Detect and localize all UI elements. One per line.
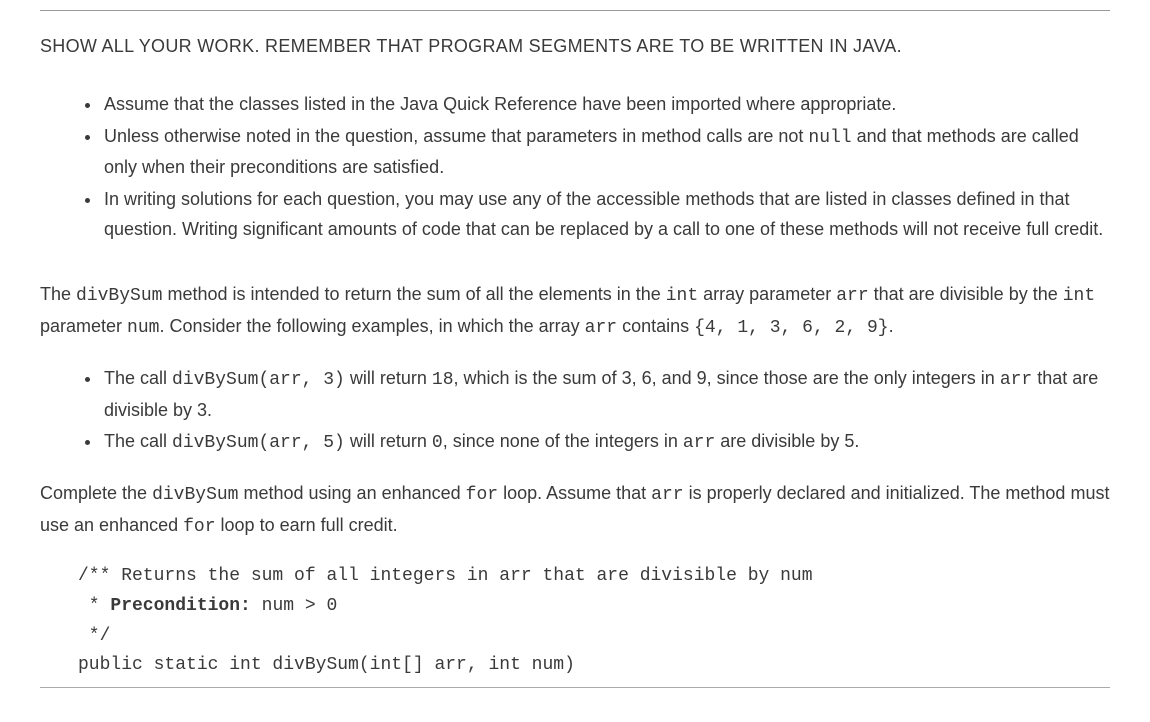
code-line: public static int divBySum(int[] arr, in… — [78, 655, 575, 675]
problem-intro: The divBySum method is intended to retur… — [40, 280, 1110, 343]
code-inline: {4, 1, 3, 6, 2, 9} — [694, 318, 888, 338]
code-inline: arr — [651, 485, 683, 505]
code-inline: for — [466, 485, 498, 505]
example-item: The call divBySum(arr, 3) will return 18… — [102, 364, 1110, 425]
code-inline: divBySum — [76, 286, 162, 306]
code-line: * Precondition: num > 0 — [78, 596, 337, 616]
code-inline: arr — [683, 433, 715, 453]
code-inline: for — [183, 517, 215, 537]
task-paragraph: Complete the divBySum method using an en… — [40, 479, 1110, 542]
code-line: */ — [78, 626, 110, 646]
code-line: /** Returns the sum of all integers in a… — [78, 566, 813, 586]
code-inline: arr — [836, 286, 868, 306]
instruction-item: In writing solutions for each question, … — [102, 185, 1110, 244]
code-inline: int — [666, 286, 698, 306]
code-signature: /** Returns the sum of all integers in a… — [40, 562, 1110, 681]
code-inline: int — [1063, 286, 1095, 306]
code-inline: divBySum(arr, 3) — [172, 370, 345, 390]
code-inline: arr — [585, 318, 617, 338]
code-null: null — [808, 128, 851, 148]
example-item: The call divBySum(arr, 5) will return 0,… — [102, 427, 1110, 459]
code-inline: 18 — [432, 370, 454, 390]
code-inline: arr — [1000, 370, 1032, 390]
code-inline: divBySum — [152, 485, 238, 505]
instructions-list: Assume that the classes listed in the Ja… — [40, 90, 1110, 244]
instructions-header: SHOW ALL YOUR WORK. REMEMBER THAT PROGRA… — [40, 33, 1110, 60]
instruction-item: Assume that the classes listed in the Ja… — [102, 90, 1110, 120]
code-inline: 0 — [432, 433, 443, 453]
instruction-item: Unless otherwise noted in the question, … — [102, 122, 1110, 183]
examples-list: The call divBySum(arr, 3) will return 18… — [40, 364, 1110, 459]
code-inline: num — [127, 318, 159, 338]
code-inline: divBySum(arr, 5) — [172, 433, 345, 453]
